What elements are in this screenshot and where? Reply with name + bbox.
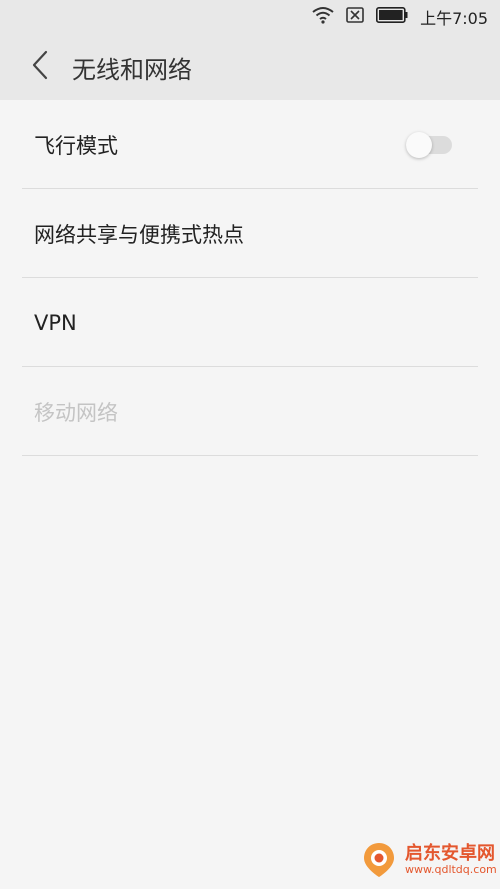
back-button[interactable] — [10, 34, 70, 100]
airplane-mode-toggle[interactable] — [406, 131, 452, 158]
chevron-left-icon — [30, 50, 50, 84]
vpn-label: VPN — [34, 310, 77, 335]
mobile-network-label: 移动网络 — [34, 400, 118, 425]
tethering-hotspot-row[interactable]: 网络共享与便携式热点 — [0, 189, 500, 278]
settings-screen: 上午7:05 无线和网络 飞行模式 网络共享与便携式热点 VPN 移动网络 启东… — [0, 0, 500, 889]
no-sim-icon — [346, 7, 364, 27]
mobile-network-row: 移动网络 — [0, 367, 500, 456]
toggle-knob — [406, 131, 432, 158]
airplane-mode-row[interactable]: 飞行模式 — [0, 100, 500, 189]
settings-list: 飞行模式 网络共享与便携式热点 VPN 移动网络 — [0, 100, 500, 456]
battery-icon — [376, 7, 408, 27]
status-bar: 上午7:05 — [0, 0, 500, 34]
watermark: 启东安卓网 www.qdltdq.com — [359, 835, 497, 885]
page-title: 无线和网络 — [72, 55, 192, 84]
watermark-url: www.qdltdq.com — [405, 862, 497, 876]
watermark-text: 启东安卓网 www.qdltdq.com — [405, 844, 497, 876]
watermark-logo-icon — [359, 840, 399, 880]
status-time: 上午7:05 — [420, 9, 488, 28]
wifi-icon — [312, 6, 334, 28]
airplane-mode-label: 飞行模式 — [34, 133, 118, 158]
watermark-name: 启东安卓网 — [405, 843, 495, 865]
vpn-row[interactable]: VPN — [0, 278, 500, 367]
tethering-hotspot-label: 网络共享与便携式热点 — [34, 222, 244, 247]
app-header: 无线和网络 — [0, 34, 500, 100]
